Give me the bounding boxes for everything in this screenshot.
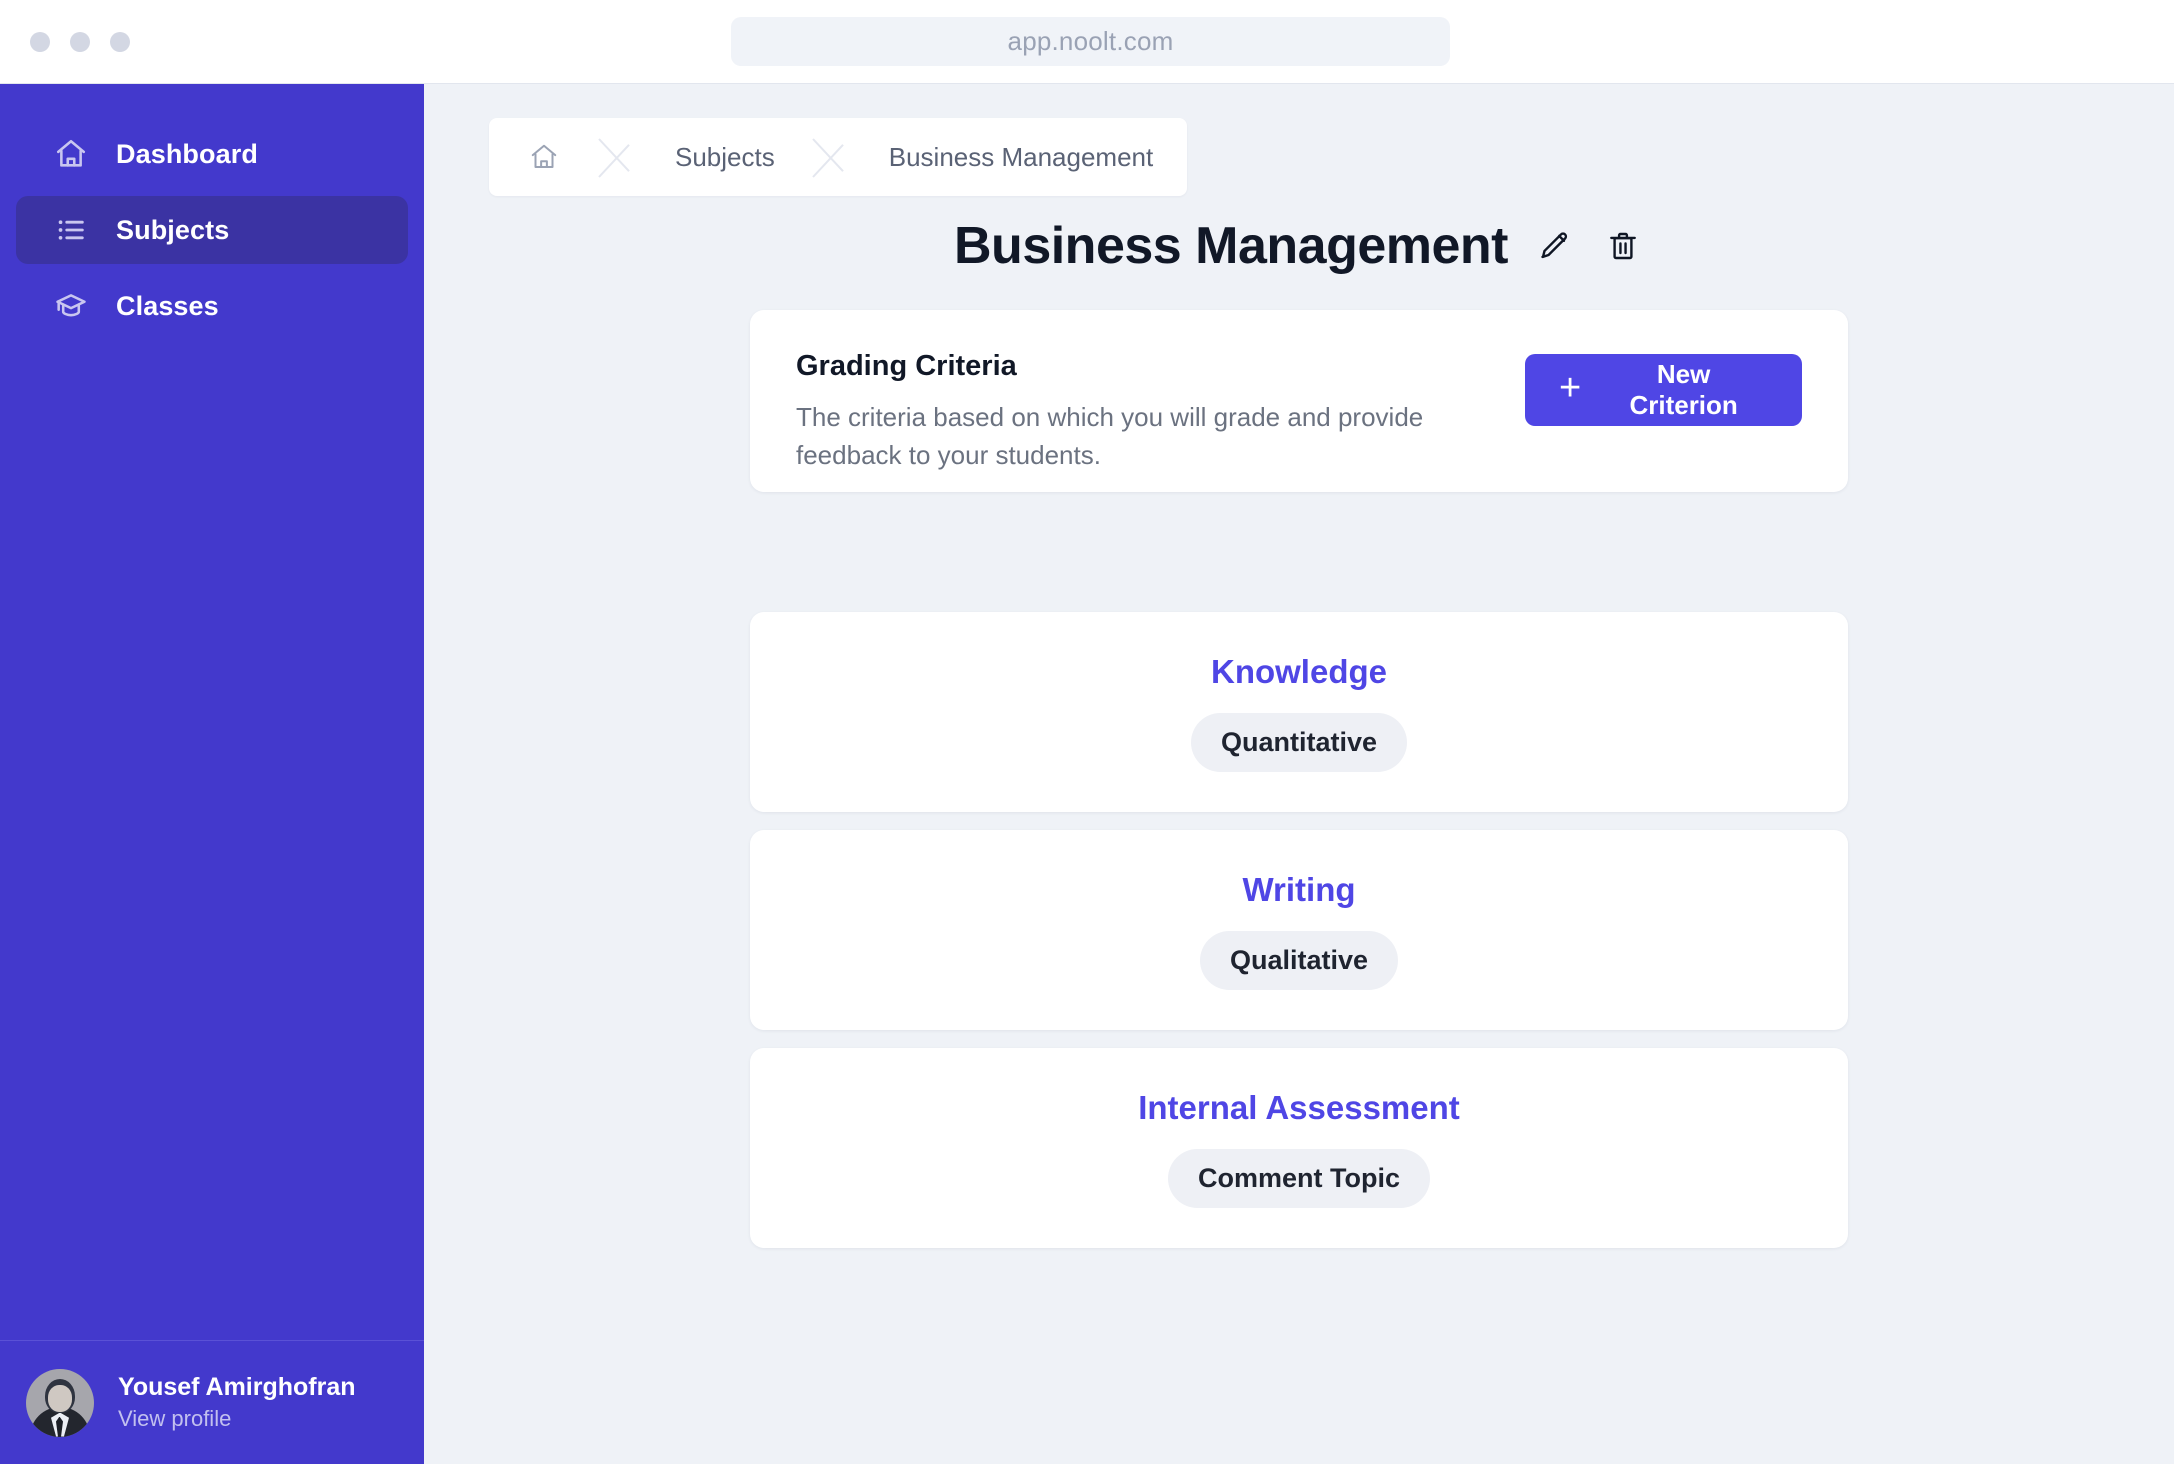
breadcrumb-home[interactable]	[489, 118, 595, 196]
profile-name: Yousef Amirghofran	[118, 1373, 356, 1401]
browser-window: app.noolt.com Dashboard Subjects Classes…	[0, 0, 2174, 1464]
criterion-type-badge: Qualitative	[1199, 930, 1399, 990]
home-icon	[531, 144, 557, 168]
sidebar: Dashboard Subjects Classes Yousef Amirgh…	[0, 84, 424, 1464]
criterion-name: Writing	[1242, 870, 1356, 908]
breadcrumb-label: Subjects	[675, 141, 775, 172]
home-icon	[54, 137, 88, 171]
criterion-type-badge: Quantitative	[1190, 712, 1408, 772]
grading-criteria-text: Grading Criteria The criteria based on w…	[796, 350, 1525, 474]
plus-icon: +	[1559, 367, 1582, 410]
criterion-type-badge: Comment Topic	[1168, 1148, 1430, 1208]
sidebar-item-label: Subjects	[116, 214, 230, 245]
new-criterion-button[interactable]: + New Criterion	[1525, 354, 1802, 426]
grading-criteria-card: Grading Criteria The criteria based on w…	[750, 310, 1848, 492]
sidebar-item-label: Dashboard	[116, 138, 258, 169]
minimize-window-button[interactable]	[70, 31, 90, 52]
url-text: app.noolt.com	[1007, 26, 1174, 56]
page-title: Business Management	[954, 217, 1509, 275]
sidebar-item-label: Classes	[116, 290, 219, 321]
grading-criteria-description: The criteria based on which you will gra…	[796, 402, 1424, 470]
breadcrumb-separator-icon	[809, 118, 855, 196]
breadcrumb-item-subjects[interactable]: Subjects	[641, 118, 809, 196]
maximize-window-button[interactable]	[110, 31, 130, 52]
criterion-card[interactable]: Internal Assessment Comment Topic	[750, 1048, 1848, 1248]
page-header: Business Management	[424, 216, 2174, 276]
trash-icon	[1610, 232, 1636, 260]
breadcrumb: Subjects Business Management	[489, 118, 1188, 196]
graduation-cap-icon	[54, 289, 88, 323]
view-profile-link[interactable]: View profile	[118, 1406, 356, 1432]
sidebar-item-classes[interactable]: Classes	[16, 272, 408, 340]
sidebar-nav: Dashboard Subjects Classes	[0, 84, 424, 340]
breadcrumb-label: Business Management	[888, 141, 1154, 172]
criterion-name: Internal Assessment	[1138, 1088, 1460, 1126]
criterion-card[interactable]: Writing Qualitative	[750, 830, 1848, 1030]
sidebar-item-dashboard[interactable]: Dashboard	[16, 120, 408, 188]
avatar	[26, 1368, 94, 1437]
sidebar-item-subjects[interactable]: Subjects	[16, 196, 408, 264]
criterion-name: Knowledge	[1210, 652, 1387, 690]
new-criterion-label: New Criterion	[1629, 359, 1738, 420]
profile-text: Yousef Amirghofran View profile	[118, 1373, 356, 1432]
main-content: Subjects Business Management Business Ma…	[424, 84, 2174, 1464]
grading-criteria-heading: Grading Criteria	[796, 350, 1017, 382]
pencil-icon	[1541, 232, 1568, 259]
edit-subject-button[interactable]	[1534, 224, 1576, 268]
delete-subject-button[interactable]	[1602, 224, 1644, 268]
window-controls[interactable]	[30, 31, 130, 52]
address-bar[interactable]: app.noolt.com	[731, 17, 1450, 66]
list-icon	[54, 213, 88, 247]
close-window-button[interactable]	[30, 31, 50, 52]
breadcrumb-item-current[interactable]: Business Management	[855, 118, 1187, 196]
criterion-card[interactable]: Knowledge Quantitative	[750, 612, 1848, 812]
breadcrumb-separator-icon	[595, 118, 641, 196]
browser-toolbar: app.noolt.com	[0, 0, 2174, 84]
user-profile[interactable]: Yousef Amirghofran View profile	[0, 1340, 424, 1464]
